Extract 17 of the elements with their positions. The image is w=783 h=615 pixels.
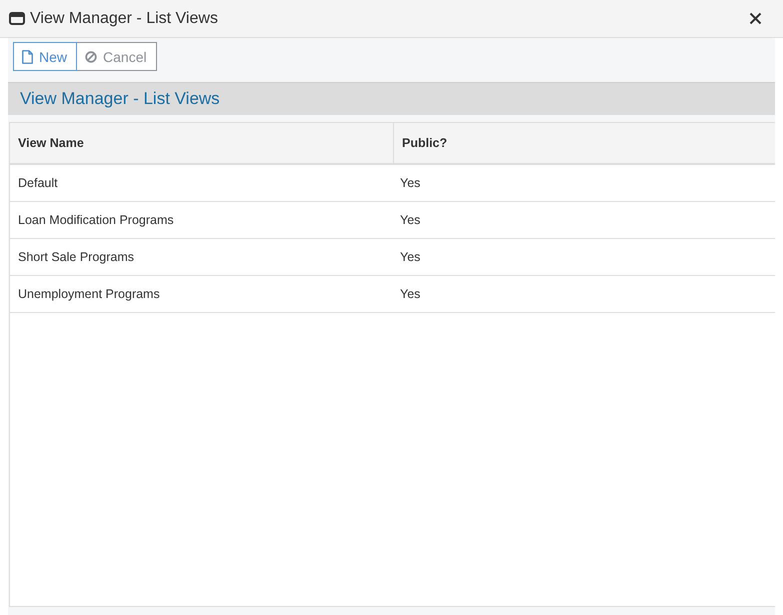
window-title: View Manager - List Views xyxy=(30,10,219,28)
section-title: View Manager - List Views xyxy=(20,89,220,109)
table-cell-text: Loan Modification Programs xyxy=(17,212,175,229)
table-cell-text: Yes xyxy=(399,212,422,229)
table-cell-text: Unemployment Programs xyxy=(17,286,161,303)
table-cell-text: Default xyxy=(17,175,59,192)
close-button[interactable] xyxy=(749,12,762,25)
table-cell-text: Short Sale Programs xyxy=(17,249,136,266)
table-cell-text: Yes xyxy=(399,175,422,192)
document-icon xyxy=(22,50,33,64)
new-button[interactable]: New xyxy=(13,42,78,71)
column-header[interactable]: View Name xyxy=(10,123,393,163)
table-cell-text: Yes xyxy=(399,249,422,266)
column-header[interactable]: Public? xyxy=(393,123,775,163)
ban-icon xyxy=(85,50,98,62)
table-cell-text: Yes xyxy=(399,286,422,303)
window-icon xyxy=(9,12,25,25)
